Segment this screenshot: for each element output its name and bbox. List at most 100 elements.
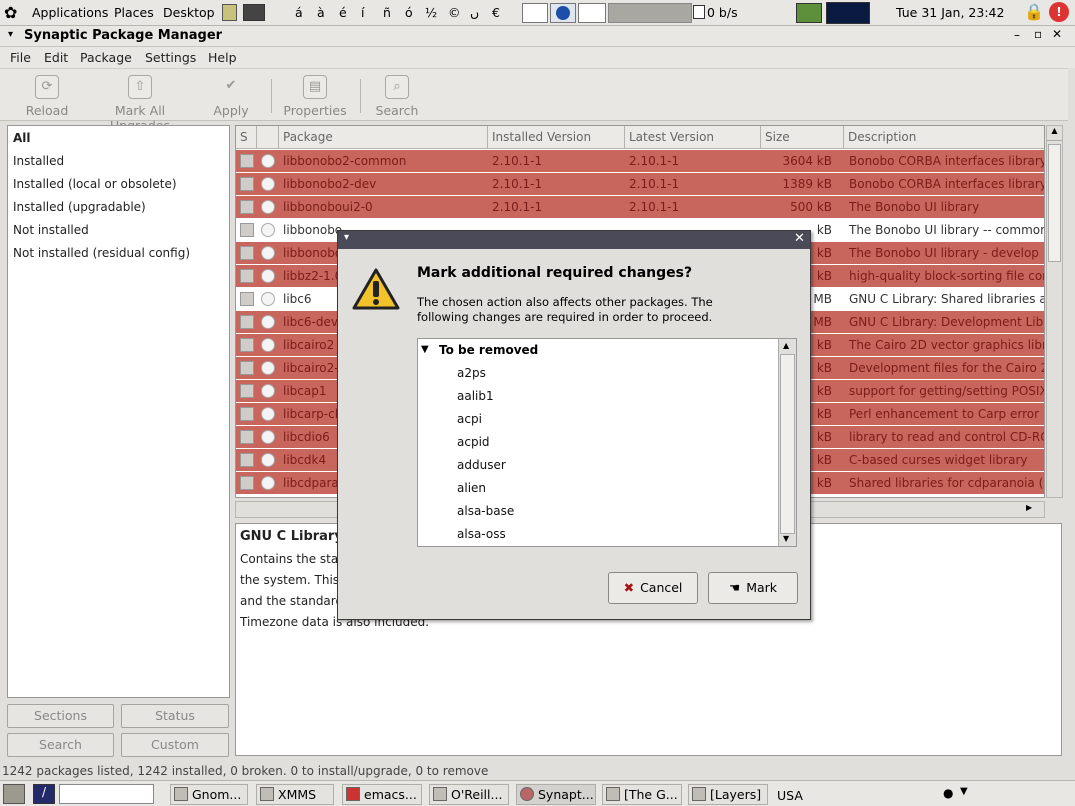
filter-installed-upgradable[interactable]: Installed (upgradable) [13, 200, 146, 214]
dialog-scrollbar[interactable]: ▲ ▼ [778, 339, 796, 546]
reload-button[interactable]: ⟳ Reload [22, 75, 72, 118]
task-emacs[interactable]: emacs... [342, 784, 422, 805]
char-n-tilde[interactable]: ñ [383, 5, 391, 20]
char-o-acute[interactable]: ó [405, 5, 413, 20]
status-checkbox[interactable] [240, 453, 254, 467]
cancel-button[interactable]: ✖ Cancel [608, 572, 698, 604]
table-row[interactable]: libbonobo2-common 2.10.1-1 2.10.1-1 3604 kB… [236, 150, 1044, 173]
table-vertical-scrollbar[interactable]: ▲ [1046, 125, 1063, 498]
menu-package[interactable]: Package [80, 50, 132, 65]
close-icon[interactable]: ✕ [1052, 27, 1062, 41]
sections-button[interactable]: Sections [7, 704, 114, 728]
workspace-switcher-rest[interactable] [608, 3, 692, 23]
task-gimp[interactable]: [The G... [602, 784, 682, 805]
show-desktop-icon[interactable] [3, 784, 25, 804]
column-status[interactable]: S [236, 126, 257, 149]
char-euro[interactable]: € [492, 5, 500, 20]
menu-help[interactable]: Help [208, 50, 237, 65]
char-half[interactable]: ½ [425, 5, 437, 20]
status-checkbox[interactable] [240, 223, 254, 237]
menu-file[interactable]: File [10, 50, 31, 65]
dialog-scroll-thumb[interactable] [780, 354, 795, 534]
workspace-2[interactable] [550, 3, 576, 23]
lock-icon[interactable]: 🔒 [1024, 2, 1044, 21]
status-checkbox[interactable] [240, 476, 254, 490]
status-checkbox[interactable] [240, 154, 254, 168]
column-package[interactable]: Package [279, 126, 488, 149]
status-checkbox[interactable] [240, 384, 254, 398]
task-layers[interactable]: [Layers] [688, 784, 768, 805]
gnome-foot-icon[interactable]: ✿ [4, 3, 17, 22]
removed-package-item[interactable]: acpi [457, 412, 482, 426]
status-checkbox[interactable] [240, 315, 254, 329]
command-input[interactable] [59, 784, 154, 804]
applications-menu[interactable]: Applications [32, 5, 108, 20]
scroll-up-icon[interactable]: ▲ [1047, 126, 1062, 141]
dialog-close-icon[interactable]: ✕ [794, 231, 805, 246]
column-latest-version[interactable]: Latest Version [625, 126, 761, 149]
removed-package-item[interactable]: alien [457, 481, 486, 495]
column-support[interactable] [257, 126, 279, 149]
status-checkbox[interactable] [240, 430, 254, 444]
removed-package-item[interactable]: adduser [457, 458, 506, 472]
status-checkbox[interactable] [240, 292, 254, 306]
keyboard-layout[interactable]: USA [777, 788, 803, 803]
column-description[interactable]: Description [844, 126, 1044, 149]
column-installed-version[interactable]: Installed Version [488, 126, 625, 149]
dialog-menu-icon[interactable]: ▾ [344, 232, 349, 243]
apply-button[interactable]: ✔ Apply [208, 75, 254, 118]
char-i-acute[interactable]: í [361, 5, 364, 20]
workspace-1[interactable] [522, 3, 548, 23]
column-size[interactable]: Size [761, 126, 844, 149]
window-title-bar[interactable]: ▾ Synaptic Package Manager – ▫ ✕ [0, 26, 1075, 47]
task-gnome[interactable]: Gnom... [170, 784, 248, 805]
dialog-title-bar[interactable]: ▾ ✕ [338, 231, 810, 249]
desktop-menu[interactable]: Desktop [163, 5, 215, 20]
custom-button[interactable]: Custom [121, 733, 229, 757]
char-noon[interactable]: ں [470, 5, 479, 20]
status-checkbox[interactable] [240, 407, 254, 421]
char-copyright[interactable]: © [448, 5, 461, 20]
status-checkbox[interactable] [240, 246, 254, 260]
scroll-right-icon[interactable]: ▶ [1026, 503, 1032, 512]
clock[interactable]: Tue 31 Jan, 23:42 [896, 5, 1004, 20]
menu-settings[interactable]: Settings [145, 50, 196, 65]
status-checkbox[interactable] [240, 269, 254, 283]
removed-package-item[interactable]: acpid [457, 435, 490, 449]
scroll-thumb[interactable] [1048, 144, 1061, 262]
menu-edit[interactable]: Edit [44, 50, 68, 65]
filter-not-installed[interactable]: Not installed [13, 223, 89, 237]
notes-launcher-icon[interactable] [222, 4, 237, 21]
filter-installed[interactable]: Installed [13, 154, 64, 168]
scroll-up-icon[interactable]: ▲ [783, 341, 789, 350]
status-checkbox[interactable] [240, 338, 254, 352]
group-to-be-removed[interactable]: To be removed [439, 343, 538, 357]
status-checkbox[interactable] [240, 177, 254, 191]
task-oreilly[interactable]: O'Reill... [429, 784, 509, 805]
minimize-icon[interactable]: – [1014, 28, 1020, 42]
status-checkbox[interactable] [240, 361, 254, 375]
terminal-launcher-icon[interactable] [243, 4, 265, 21]
task-xmms[interactable]: XMMS [256, 784, 334, 805]
status-button[interactable]: Status [121, 704, 229, 728]
window-menu-icon[interactable]: ▾ [8, 29, 13, 40]
mark-button[interactable]: ☚ Mark [708, 572, 798, 604]
removed-package-item[interactable]: aalib1 [457, 389, 494, 403]
char-a-grave[interactable]: à [317, 5, 325, 20]
edit-launcher-icon[interactable]: / [33, 784, 55, 804]
filter-all[interactable]: All [13, 131, 31, 145]
task-synaptic[interactable]: Synapt... [516, 784, 596, 805]
scroll-down-icon[interactable]: ▼ [783, 534, 789, 543]
alert-icon[interactable]: ! [1049, 2, 1069, 22]
table-row[interactable]: libbonobo2-dev 2.10.1-1 2.10.1-1 1389 kB Bon… [236, 173, 1044, 196]
search-filter-button[interactable]: Search [7, 733, 114, 757]
table-row[interactable]: libbonoboui2-0 2.10.1-1 2.10.1-1 500 kB The … [236, 196, 1044, 219]
removed-package-item[interactable]: alsa-base [457, 504, 514, 518]
properties-button[interactable]: ▤ Properties [281, 75, 349, 118]
workspace-3[interactable] [578, 3, 606, 23]
maximize-icon[interactable]: ▫ [1034, 27, 1042, 41]
filter-installed-local[interactable]: Installed (local or obsolete) [13, 177, 177, 191]
bullet-indicator-icon[interactable]: ● [943, 786, 953, 800]
removed-package-item[interactable]: alsa-oss [457, 527, 506, 541]
removed-package-item[interactable]: a2ps [457, 366, 486, 380]
